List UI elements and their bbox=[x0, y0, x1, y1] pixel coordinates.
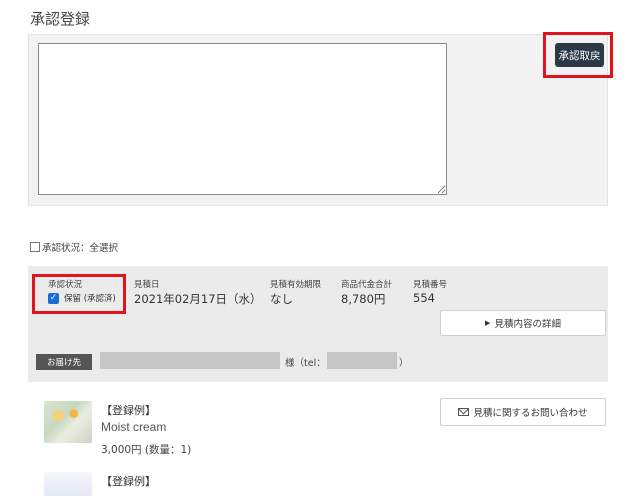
subtotal-value: 8,780円 bbox=[341, 292, 386, 306]
product-thumbnail bbox=[44, 401, 92, 443]
approval-comment-textarea[interactable] bbox=[38, 43, 447, 195]
estimate-no-label: 見積番号 bbox=[413, 280, 448, 290]
telephone-close: ） bbox=[399, 358, 409, 369]
checkbox-empty-icon[interactable] bbox=[30, 242, 40, 252]
estimate-no-value: 554 bbox=[413, 291, 435, 305]
estimate-date-label: 見積日 bbox=[134, 280, 160, 290]
status-checkbox[interactable]: ✓ 保留 (承認済) bbox=[48, 292, 116, 304]
select-all-checkbox[interactable]: 承認状況：全選択 bbox=[30, 240, 118, 254]
estimate-inquiry-button[interactable]: 見積に関するお問い合わせ bbox=[440, 398, 606, 426]
revoke-approval-button[interactable]: 承認取戻 bbox=[555, 43, 604, 67]
item-name: Moist cream bbox=[101, 420, 167, 434]
triangle-right-icon: ▶ bbox=[485, 319, 491, 327]
item-tag: 【登録例】 bbox=[101, 404, 156, 417]
select-all-label: 承認状況：全選択 bbox=[42, 243, 119, 254]
mail-icon bbox=[458, 408, 470, 416]
approval-panel bbox=[28, 34, 608, 206]
estimate-detail-label: 見積内容の詳細 bbox=[494, 319, 561, 330]
masked-recipient-name bbox=[100, 352, 280, 369]
estimate-inquiry-label: 見積に関するお問い合わせ bbox=[473, 408, 588, 419]
status-text: 保留 (承認済) bbox=[64, 294, 116, 304]
item-tag: 【登録例】 bbox=[101, 475, 156, 488]
recipient-honorific: 様（tel： bbox=[285, 358, 326, 369]
valid-until-label: 見積有効期限 bbox=[270, 280, 322, 290]
estimate-date-value: 2021年02月17日（水） bbox=[134, 292, 262, 306]
subtotal-label: 商品代金合計 bbox=[341, 280, 393, 290]
item-price: 3,000円 (数量：1) bbox=[101, 444, 192, 456]
page-title: 承認登録 bbox=[30, 10, 91, 28]
estimate-detail-button[interactable]: ▶ 見積内容の詳細 bbox=[440, 310, 606, 336]
checkbox-checked-icon[interactable]: ✓ bbox=[48, 292, 59, 304]
valid-until-value: なし bbox=[270, 292, 293, 306]
masked-telephone bbox=[327, 352, 397, 369]
product-thumbnail bbox=[44, 472, 92, 496]
delivery-badge: お届け先 bbox=[36, 354, 92, 370]
